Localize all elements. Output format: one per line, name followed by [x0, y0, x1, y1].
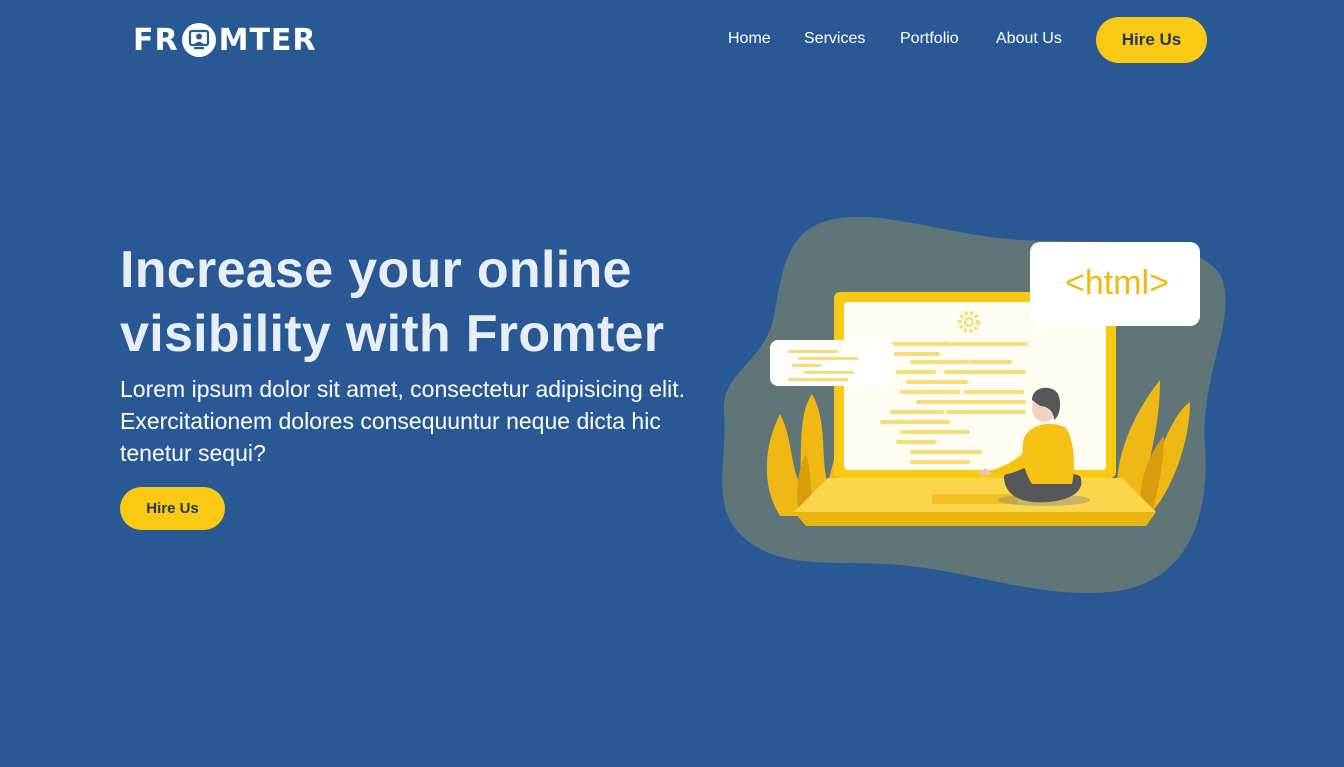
nav-link-about-us[interactable]: About Us [996, 30, 1062, 48]
nav-link-services[interactable]: Services [804, 30, 865, 48]
hero-hire-us-button[interactable]: Hire Us [120, 487, 225, 530]
developer-laptop-illustration: <html> [722, 216, 1226, 593]
nav-link-home[interactable]: Home [728, 30, 771, 48]
nav-link-portfolio[interactable]: Portfolio [900, 30, 959, 48]
html-bubble-text: <html> [1065, 264, 1169, 302]
code-card-left [770, 340, 894, 386]
navbar: FR MTER Home Services Portfolio About Us… [0, 0, 1344, 80]
logo[interactable]: FR MTER [133, 22, 317, 58]
html-speech-bubble: <html> [1028, 242, 1200, 336]
nav-hire-us-button[interactable]: Hire Us [1096, 17, 1207, 63]
hero-title: Increase your online visibility with Fro… [120, 241, 665, 363]
monitor-user-icon [181, 23, 216, 57]
hero-description: Lorem ipsum dolor sit amet, consectetur … [120, 376, 686, 466]
logo-text-suffix: MTER [218, 22, 317, 58]
logo-text-prefix: FR [133, 22, 179, 58]
